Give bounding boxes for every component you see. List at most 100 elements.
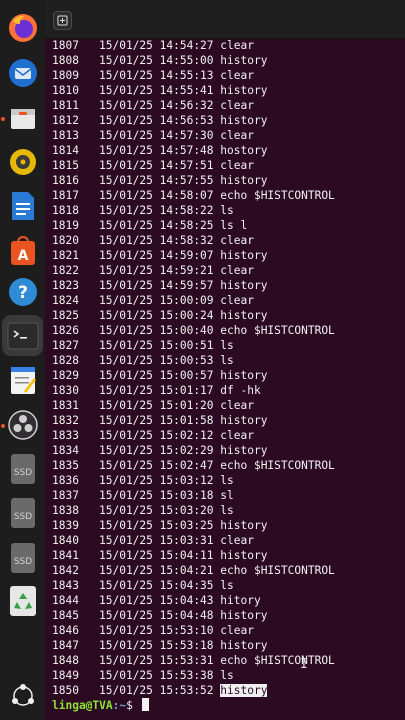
files-icon[interactable]: [6, 101, 40, 135]
history-time: 15:02:47: [159, 459, 214, 472]
history-command: echo $HISTCONTROL: [220, 324, 335, 337]
app-center-icon[interactable]: A: [6, 234, 40, 268]
history-time: 14:58:32: [159, 234, 214, 247]
text-editor-icon[interactable]: [6, 363, 40, 397]
ssd-drive-icon[interactable]: SSD: [6, 541, 40, 575]
history-time: 15:03:25: [159, 519, 214, 532]
history-date: 15/01/25: [99, 459, 153, 472]
history-time: 15:00:53: [159, 354, 214, 367]
history-line-number: 1807: [52, 39, 79, 52]
history-line-number: 1817: [52, 189, 79, 202]
history-command: history: [220, 309, 268, 322]
history-date: 15/01/25: [99, 99, 153, 112]
firefox-icon[interactable]: [6, 11, 40, 45]
history-row: 1818 15/01/25 14:58:22 ls: [52, 203, 335, 218]
history-command: sl: [220, 489, 234, 502]
ssd-label: SSD: [14, 468, 32, 478]
ssd-drive-icon[interactable]: SSD: [6, 496, 40, 530]
help-icon[interactable]: ?: [6, 275, 40, 309]
history-command: history: [220, 279, 268, 292]
ssd-drive-icon[interactable]: SSD: [6, 452, 40, 486]
history-row: 1811 15/01/25 14:56:32 clear: [52, 98, 335, 113]
terminal-icon[interactable]: [6, 319, 40, 353]
history-line-number: 1845: [52, 609, 79, 622]
history-command: history: [220, 684, 268, 697]
history-date: 15/01/25: [99, 174, 153, 187]
history-time: 15:00:09: [159, 294, 214, 307]
terminal-output[interactable]: 1807 15/01/25 14:54:27 clear 1808 15/01/25 …: [45, 38, 405, 720]
history-line-number: 1825: [52, 309, 79, 322]
history-date: 15/01/25: [99, 654, 153, 667]
history-time: 14:58:25: [159, 219, 214, 232]
history-time: 15:04:35: [159, 579, 214, 592]
history-row: 1833 15/01/25 15:02:12 clear: [52, 428, 335, 443]
history-row: 1825 15/01/25 15:00:24 history: [52, 308, 335, 323]
history-command: echo $HISTCONTROL: [220, 564, 335, 577]
history-time: 15:02:12: [159, 429, 214, 442]
history-time: 14:55:00: [159, 54, 214, 67]
history-line-number: 1814: [52, 144, 79, 157]
history-row: 1809 15/01/25 14:55:13 clear: [52, 68, 335, 83]
history-time: 14:59:57: [159, 279, 214, 292]
obs-studio-icon[interactable]: [6, 408, 40, 442]
history-command: clear: [220, 624, 254, 637]
mouse-cursor-icon: I: [300, 657, 308, 672]
history-row: 1847 15/01/25 15:53:18 history: [52, 638, 335, 653]
history-time: 14:54:27: [159, 39, 214, 52]
ssd-label: SSD: [14, 512, 32, 522]
history-line-number: 1816: [52, 174, 79, 187]
history-row: 1820 15/01/25 14:58:32 clear: [52, 233, 335, 248]
running-indicator: [1, 424, 5, 428]
history-command: history: [220, 609, 268, 622]
history-time: 14:57:55: [159, 174, 214, 187]
history-date: 15/01/25: [99, 354, 153, 367]
history-row: 1808 15/01/25 14:55:00 history: [52, 53, 335, 68]
history-row: 1829 15/01/25 15:00:57 history: [52, 368, 335, 383]
trash-icon[interactable]: [6, 584, 40, 618]
history-time: 15:03:12: [159, 474, 214, 487]
history-command: history: [220, 54, 268, 67]
history-command: history: [220, 639, 268, 652]
history-time: 15:53:18: [159, 639, 214, 652]
history-time: 14:59:07: [159, 249, 214, 262]
libreoffice-writer-icon[interactable]: [6, 189, 40, 223]
history-line-number: 1842: [52, 564, 79, 577]
history-command: ls: [220, 204, 234, 217]
history-date: 15/01/25: [99, 144, 153, 157]
history-line-number: 1822: [52, 264, 79, 277]
history-command: ls: [220, 339, 234, 352]
history-line-number: 1826: [52, 324, 79, 337]
prompt-user-host: linga@TVA: [52, 699, 113, 712]
history-time: 14:56:53: [159, 114, 214, 127]
history-row: 1841 15/01/25 15:04:11 history: [52, 548, 335, 563]
history-row: 1848 15/01/25 15:53:31 echo $HISTCONTROL: [52, 653, 335, 668]
history-command: hostory: [220, 144, 268, 157]
history-row: 1810 15/01/25 14:55:41 history: [52, 83, 335, 98]
history-row: 1835 15/01/25 15:02:47 echo $HISTCONTROL: [52, 458, 335, 473]
new-tab-button[interactable]: [53, 11, 72, 30]
history-time: 15:53:52: [159, 684, 214, 697]
history-line-number: 1810: [52, 84, 79, 97]
history-line-number: 1835: [52, 459, 79, 472]
dock: A ? SSD SSD SSD: [0, 0, 45, 720]
history-line-number: 1808: [52, 54, 79, 67]
shell-prompt[interactable]: linga@TVA:~$: [52, 698, 149, 713]
thunderbird-icon[interactable]: [6, 56, 40, 90]
show-apps-icon[interactable]: [6, 679, 40, 713]
history-row: 1849 15/01/25 15:53:38 ls: [52, 668, 335, 683]
history-line-number: 1843: [52, 579, 79, 592]
rhythmbox-icon[interactable]: [6, 145, 40, 179]
history-row: 1839 15/01/25 15:03:25 history: [52, 518, 335, 533]
history-command: clear: [220, 39, 254, 52]
history-list: 1807 15/01/25 14:54:27 clear 1808 15/01/25 …: [52, 38, 335, 698]
history-command: ls: [220, 669, 234, 682]
history-command: history: [220, 549, 268, 562]
history-line-number: 1839: [52, 519, 79, 532]
history-time: 14:55:41: [159, 84, 214, 97]
history-time: 14:58:22: [159, 204, 214, 217]
history-row: 1846 15/01/25 15:53:10 clear: [52, 623, 335, 638]
history-row: 1834 15/01/25 15:02:29 history: [52, 443, 335, 458]
history-line-number: 1844: [52, 594, 79, 607]
history-time: 14:56:32: [159, 99, 214, 112]
history-date: 15/01/25: [99, 324, 153, 337]
